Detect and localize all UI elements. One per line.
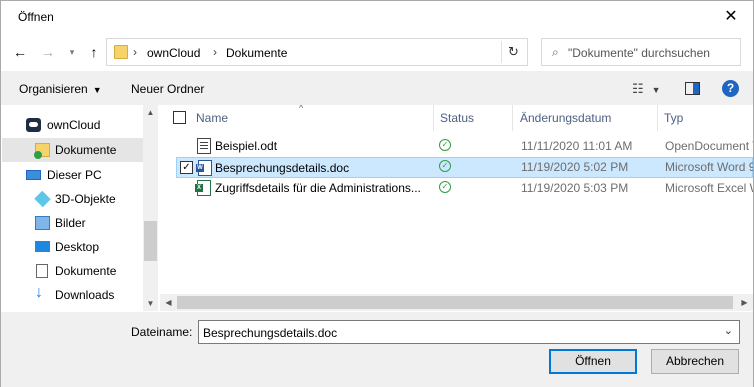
search-placeholder: "Dokumente" durchsuchen [568, 46, 710, 60]
column-type[interactable]: Typ [664, 111, 683, 125]
sidebar-item-desktop[interactable]: Desktop [2, 235, 143, 259]
file-date: 11/19/2020 5:02 PM [521, 160, 629, 174]
search-icon: ⌕ [552, 45, 559, 59]
sort-ascending-icon: ^ [299, 105, 304, 113]
sidebar-item-label: Desktop [55, 240, 100, 254]
row-checkbox[interactable]: ✓ [180, 161, 193, 174]
sidebar-item-label: Downloads [55, 288, 115, 302]
open-dialog: Öffnen ✕ ← → ▾ ↑ › ownCloud › Dokumente … [0, 0, 754, 387]
window-title: Öffnen [18, 10, 54, 24]
column-name[interactable]: Name [196, 111, 228, 125]
column-divider[interactable] [512, 105, 513, 131]
cancel-button[interactable]: Abbrechen [651, 349, 739, 374]
breadcrumb-owncloud[interactable]: ownCloud [147, 46, 200, 60]
open-button[interactable]: Öffnen [549, 349, 637, 374]
file-date: 11/11/2020 11:01 AM [521, 139, 633, 153]
sidebar-scrollbar[interactable]: ▲ ▼ [143, 105, 158, 311]
help-icon[interactable]: ? [722, 80, 739, 97]
sidebar-item-pictures[interactable]: Bilder [2, 211, 143, 235]
view-options-icon[interactable]: ☷ ▼ [632, 81, 661, 97]
sidebar-item-this-pc[interactable]: Dieser PC [2, 163, 143, 187]
scroll-right-icon[interactable]: ▶ [737, 295, 752, 310]
chevron-down-icon: ▼ [92, 85, 102, 95]
sidebar-item-label: Dokumente [55, 143, 117, 157]
up-arrow-icon[interactable]: ↑ [85, 43, 103, 61]
excel-file-icon: X [195, 180, 211, 196]
scroll-up-icon[interactable]: ▲ [143, 105, 158, 120]
recent-chevron-down-icon[interactable]: ▾ [63, 43, 81, 61]
file-date: 11/19/2020 5:03 PM [521, 181, 629, 195]
dialog-footer: Dateiname: Besprechungsdetails.doc ⌄ Öff… [1, 312, 753, 387]
file-type: OpenDocument T [665, 139, 753, 153]
cube-icon [34, 190, 51, 208]
word-file-icon: W [196, 160, 212, 176]
hscroll-thumb[interactable] [177, 296, 733, 309]
address-bar[interactable]: › ownCloud › Dokumente ⌄ [106, 38, 589, 66]
sidebar-item-label: ownCloud [47, 118, 101, 132]
back-arrow-icon[interactable]: ← [11, 43, 29, 61]
file-list-hscrollbar[interactable]: ◀ ▶ [160, 294, 753, 311]
column-divider[interactable] [657, 105, 658, 131]
table-row[interactable]: X Zugriffsdetails für die Administration… [176, 178, 753, 199]
title-bar: Öffnen ✕ [1, 1, 753, 33]
filename-value: Besprechungsdetails.doc [203, 326, 338, 340]
search-input[interactable]: ⌕ "Dokumente" durchsuchen [541, 38, 741, 66]
chevron-right-icon[interactable]: › [133, 45, 137, 59]
sidebar-item-documents[interactable]: Dokumente [2, 259, 143, 283]
file-name: Zugriffsdetails für die Administrations.… [215, 181, 421, 195]
sidebar-item-label: Bilder [55, 216, 86, 230]
documents-icon [36, 264, 48, 278]
close-icon[interactable]: ✕ [721, 7, 741, 27]
column-divider[interactable] [433, 105, 434, 131]
folder-icon [34, 143, 50, 159]
folder-icon [114, 45, 128, 59]
table-row[interactable]: Beispiel.odt ✓ 11/11/2020 11:01 AM OpenD… [176, 136, 753, 157]
file-name: Besprechungsdetails.doc [215, 161, 350, 175]
chevron-down-icon[interactable]: ⌄ [724, 324, 733, 337]
file-list: ^ Name Status Änderungsdatum Typ Beispie… [160, 105, 753, 311]
navigation-pane: ownCloud Dokumente Dieser PC 3D-Objekte … [2, 105, 158, 311]
preview-pane-icon[interactable] [685, 82, 700, 95]
organize-label: Organisieren [19, 82, 88, 96]
sidebar-item-dokumente-owncloud[interactable]: Dokumente [2, 138, 143, 162]
computer-icon [26, 170, 41, 180]
select-all-checkbox[interactable] [173, 111, 186, 124]
sync-ok-icon: ✓ [439, 160, 451, 172]
cloud-icon [26, 118, 41, 132]
sidebar-item-3d-objects[interactable]: 3D-Objekte [2, 187, 143, 211]
download-icon: ↓ [35, 284, 43, 301]
sidebar-item-label: Dokumente [55, 264, 117, 278]
sidebar-item-downloads[interactable]: ↓ Downloads [2, 283, 143, 307]
sidebar-item-owncloud[interactable]: ownCloud [2, 113, 143, 137]
odt-file-icon [197, 138, 211, 154]
scroll-left-icon[interactable]: ◀ [161, 295, 176, 310]
column-date[interactable]: Änderungsdatum [520, 111, 611, 125]
breadcrumb-dokumente[interactable]: Dokumente [226, 46, 287, 60]
address-row: ← → ▾ ↑ › ownCloud › Dokumente ⌄ ↻ ⌕ "Do… [1, 33, 753, 71]
command-bar: Organisieren ▼ Neuer Ordner ☷ ▼ ? [1, 71, 753, 105]
sidebar-item-label: 3D-Objekte [55, 192, 116, 206]
chevron-right-icon[interactable]: › [213, 45, 217, 59]
filename-input[interactable]: Besprechungsdetails.doc ⌄ [198, 320, 740, 344]
sidebar-item-label: Dieser PC [47, 168, 102, 182]
column-header: ^ Name Status Änderungsdatum Typ [160, 105, 753, 131]
sync-ok-icon: ✓ [439, 181, 451, 193]
pictures-icon [35, 216, 50, 230]
file-type: Microsoft Word 9 [665, 160, 753, 174]
file-type: Microsoft Excel W [665, 181, 753, 195]
scroll-down-icon[interactable]: ▼ [143, 296, 158, 311]
desktop-icon [35, 241, 50, 252]
file-name: Beispiel.odt [215, 139, 278, 153]
column-status[interactable]: Status [440, 111, 474, 125]
forward-arrow-icon[interactable]: → [39, 43, 57, 61]
table-row[interactable]: ✓ W Besprechungsdetails.doc ✓ 11/19/2020… [176, 157, 753, 178]
filename-label: Dateiname: [131, 325, 193, 339]
organize-button[interactable]: Organisieren ▼ [19, 82, 102, 96]
sync-ok-icon: ✓ [439, 139, 451, 151]
refresh-icon[interactable]: ↻ [501, 41, 525, 63]
new-folder-button[interactable]: Neuer Ordner [131, 82, 204, 96]
sidebar-scroll-thumb[interactable] [144, 221, 157, 261]
